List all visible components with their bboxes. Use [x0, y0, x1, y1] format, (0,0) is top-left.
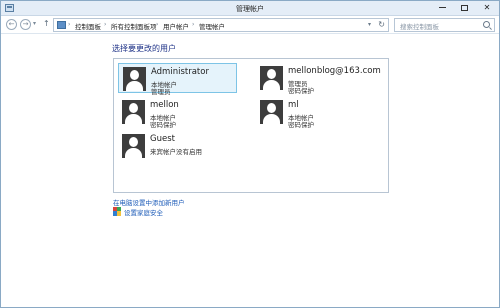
back-button[interactable]: ←: [6, 19, 17, 30]
account-name: Administrator: [151, 67, 209, 77]
up-button[interactable]: ↑: [43, 19, 50, 28]
account-type: 来宾帐户没有启用: [150, 148, 202, 156]
recent-locations-dropdown[interactable]: ▾: [33, 20, 36, 27]
breadcrumb-user-accounts[interactable]: 用户帐户: [163, 21, 189, 31]
search-input[interactable]: 搜索控制面板: [400, 21, 439, 31]
address-bar[interactable]: › 控制面板 › 所有控制面板项 › 用户帐户 › 管理帐户 ▾ ↻: [53, 18, 389, 32]
account-ml[interactable]: ml 本地帐户 密码保护: [256, 97, 386, 129]
account-name: ml: [288, 100, 299, 110]
breadcrumb-separator[interactable]: ›: [104, 21, 106, 28]
control-panel-location-icon: [57, 21, 66, 29]
account-status: 密码保护: [150, 121, 176, 129]
breadcrumb-separator[interactable]: ›: [192, 21, 194, 28]
search-box[interactable]: 搜索控制面板: [394, 18, 495, 32]
address-history-dropdown[interactable]: ▾: [368, 21, 371, 28]
user-avatar-icon: [122, 134, 145, 158]
back-arrow-icon: ←: [8, 20, 15, 28]
control-panel-window: 管理帐户 ✕ ← → ▾ ↑ › 控制面板 › 所有控制面板项 › 用户帐户 ›…: [0, 0, 500, 308]
up-arrow-icon: ↑: [43, 19, 50, 28]
breadcrumb-separator[interactable]: ›: [156, 21, 158, 28]
accounts-panel: Administrator 本地帐户 管理员 mellonblog@163.co…: [113, 58, 389, 193]
navigation-bar: ← → ▾ ↑ › 控制面板 › 所有控制面板项 › 用户帐户 › 管理帐户 ▾…: [1, 16, 499, 34]
add-user-link[interactable]: 在电脑设置中添加新用户: [113, 197, 185, 207]
account-name: mellon: [150, 100, 179, 110]
window-title: 管理帐户: [236, 5, 264, 13]
family-safety-link[interactable]: 设置家庭安全: [124, 207, 163, 217]
account-name: Guest: [150, 134, 175, 144]
breadcrumb-all-items[interactable]: 所有控制面板项: [111, 21, 157, 31]
refresh-button[interactable]: ↻: [378, 20, 385, 29]
user-avatar-icon: [260, 66, 283, 90]
account-name: mellonblog@163.com: [288, 66, 381, 76]
close-icon: ✕: [483, 3, 491, 12]
forward-arrow-icon: →: [22, 20, 29, 28]
breadcrumb-separator[interactable]: ›: [68, 21, 70, 28]
search-icon[interactable]: [483, 21, 490, 28]
account-status: 管理员: [151, 88, 171, 96]
forward-button[interactable]: →: [20, 19, 31, 30]
account-status: 密码保护: [288, 87, 314, 95]
account-status: 密码保护: [288, 121, 314, 129]
title-bar[interactable]: 管理帐户 ✕: [1, 1, 499, 16]
page-heading: 选择要更改的用户: [112, 44, 176, 53]
minimize-icon: [438, 7, 446, 8]
close-button[interactable]: ✕: [475, 1, 499, 15]
user-avatar-icon: [260, 100, 283, 124]
refresh-icon: ↻: [378, 20, 385, 29]
minimize-button[interactable]: [431, 1, 453, 15]
family-safety-shield-icon: [113, 207, 121, 216]
maximize-button[interactable]: [453, 1, 475, 15]
user-avatar-icon: [123, 67, 146, 91]
breadcrumb-manage-accounts[interactable]: 管理帐户: [199, 21, 225, 31]
account-administrator[interactable]: Administrator 本地帐户 管理员: [118, 63, 237, 96]
account-guest[interactable]: Guest 来宾帐户没有启用: [118, 131, 237, 161]
breadcrumb-control-panel[interactable]: 控制面板: [75, 21, 101, 31]
account-mellonblog[interactable]: mellonblog@163.com 管理员 密码保护: [256, 63, 386, 95]
maximize-icon: [460, 4, 468, 11]
user-avatar-icon: [122, 100, 145, 124]
account-mellon[interactable]: mellon 本地帐户 密码保护: [118, 97, 237, 129]
